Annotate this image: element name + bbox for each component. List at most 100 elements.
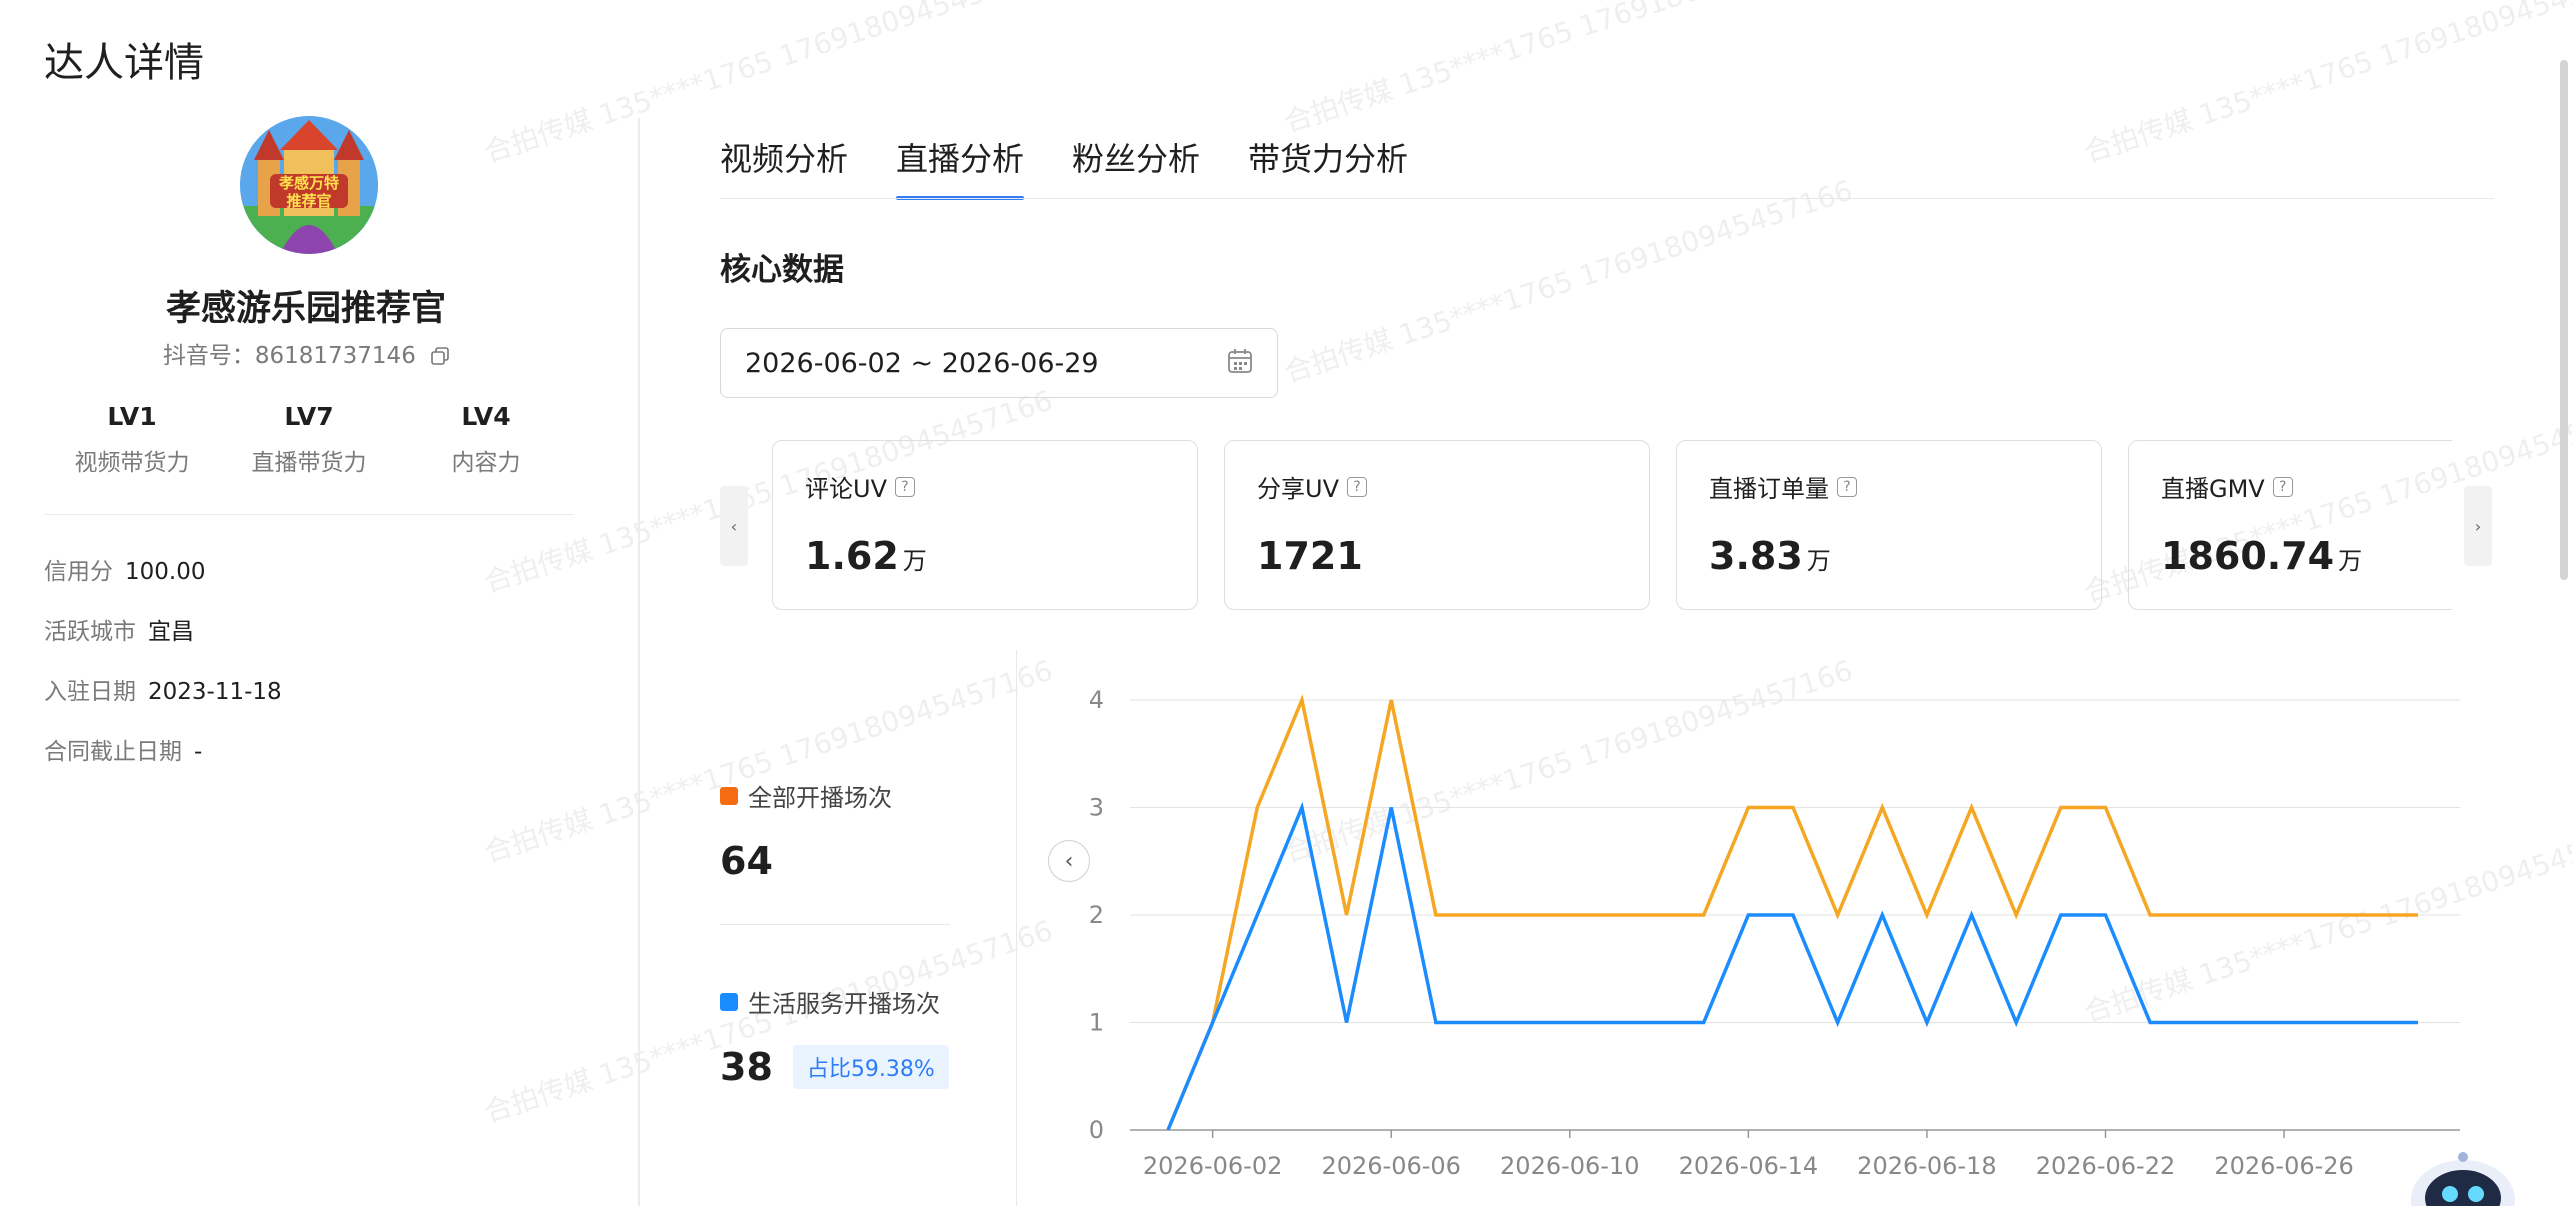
svg-text:推荐官: 推荐官 [286, 192, 331, 210]
level-value: LV7 [284, 402, 334, 431]
metric-card-live-orders: 直播订单量? 3.83 万 [1676, 440, 2102, 610]
metric-value: 3.83 [1709, 534, 1803, 578]
info-credit-score: 信用分 100.00 [44, 552, 205, 586]
divider [720, 924, 950, 925]
tab-video-analysis[interactable]: 视频分析 [720, 134, 848, 200]
info-value: 100.00 [125, 559, 206, 585]
x-tick-label: 2026-06-22 [2036, 1152, 2175, 1180]
watermark: 合拍传媒 135****1765 17691809454571​66 [1279, 173, 1857, 390]
divider [1016, 650, 1017, 1206]
summary-life-service-sessions: 生活服务开播场次 38 占比59.38% [720, 984, 949, 1089]
metric-label: 评论UV [805, 475, 887, 503]
summary-value: 64 [720, 839, 773, 883]
legend-swatch-orange [720, 786, 738, 805]
info-value: 2023-11-18 [148, 679, 282, 705]
level-value: LV1 [107, 402, 157, 431]
metric-unit: 万 [2338, 547, 2363, 575]
analysis-tabs: 视频分析 直播分析 粉丝分析 带货力分析 [720, 134, 1408, 200]
copy-icon[interactable] [431, 345, 449, 365]
scrollbar[interactable] [2560, 60, 2568, 580]
page-title: 达人详情 [44, 40, 204, 86]
help-icon[interactable]: ? [1837, 476, 1857, 497]
douyin-label: 抖音号： [162, 343, 255, 369]
chevron-left-icon: ‹ [730, 516, 738, 536]
metric-card-share-uv: 分享UV? 1721 [1224, 440, 1650, 610]
carousel-next-button[interactable]: › [2464, 486, 2492, 566]
column-divider [638, 118, 640, 1206]
y-tick-label: 2 [1089, 901, 1104, 929]
x-tick-label: 2026-06-18 [1857, 1152, 1996, 1180]
metric-unit: 万 [1806, 547, 1831, 575]
section-title: 核心数据 [720, 252, 844, 288]
help-icon[interactable]: ? [1346, 476, 1367, 497]
assistant-robot-icon[interactable] [2408, 1142, 2518, 1206]
summary-label: 生活服务开播场次 [748, 990, 940, 1018]
metric-card-comment-uv: 评论UV? 1.62 万 [772, 440, 1198, 610]
level-item-live: LV7 直播带货力 [221, 402, 397, 477]
level-value: LV4 [461, 402, 511, 431]
metric-card-live-gmv: 直播GMV? 1860.74 万 [2128, 440, 2452, 610]
chevron-left-icon: ‹ [1064, 848, 1074, 874]
watermark: 合拍传媒 135****1765 17691809454571​66 [1279, 0, 1857, 140]
x-tick-label: 2026-06-02 [1143, 1152, 1282, 1180]
metric-label: 直播订单量 [1709, 475, 1829, 503]
avatar: 孝感万特 推荐官 [240, 116, 378, 254]
douyin-id-row: 抖音号：86181737146 [0, 336, 612, 370]
watermark: 合拍传媒 135****1765 17691809454571​66 [2079, 0, 2572, 170]
info-value: 宜昌 [148, 619, 194, 645]
help-icon[interactable]: ? [894, 476, 915, 497]
y-tick-label: 4 [1089, 686, 1104, 714]
info-value: - [194, 739, 203, 765]
level-label: 视频带货力 [74, 450, 190, 476]
summary-all-sessions: 全部开播场次 64 [720, 778, 892, 883]
metric-value: 1721 [1257, 534, 1363, 578]
level-item-video: LV1 视频带货力 [44, 402, 220, 477]
summary-label: 全部开播场次 [748, 784, 892, 812]
x-tick-label: 2026-06-06 [1321, 1152, 1460, 1180]
ratio-badge: 占比59.38% [792, 1045, 949, 1089]
level-label: 内容力 [451, 450, 521, 476]
x-tick-label: 2026-06-10 [1500, 1152, 1639, 1180]
info-join-date: 入驻日期 2023-11-18 [44, 672, 282, 706]
level-label: 直播带货力 [251, 450, 367, 476]
info-label: 合同截止日期 [44, 739, 182, 765]
metric-cards: 评论UV? 1.62 万 分享UV? 1721 直播订单量? 3.83 万 直播GM… [772, 440, 2452, 612]
tab-fans-analysis[interactable]: 粉丝分析 [1072, 134, 1200, 200]
info-label: 入驻日期 [44, 679, 136, 705]
carousel-prev-button[interactable]: ‹ [720, 486, 748, 566]
avatar-image: 孝感万特 推荐官 [240, 116, 378, 254]
calendar-icon [1227, 348, 1253, 378]
level-item-content: LV4 内容力 [398, 402, 574, 477]
metric-value: 1860.74 [2161, 534, 2335, 578]
date-range-value: 2026-06-02 ~ 2026-06-29 [745, 347, 1099, 379]
douyin-id: 86181737146 [254, 343, 416, 369]
info-label: 信用分 [44, 559, 113, 585]
svg-text:孝感万特: 孝感万特 [278, 174, 339, 192]
summary-value: 38 [720, 1045, 773, 1089]
live-sessions-line-chart: 0 1 2 3 4 2026-06-02 2026-06-06 2026-06-10 2026-… [1089, 686, 2460, 1180]
info-contract-end: 合同截止日期 - [44, 732, 202, 766]
divider [44, 514, 574, 515]
metric-unit: 万 [902, 547, 927, 575]
tab-live-analysis[interactable]: 直播分析 [896, 134, 1025, 200]
info-label: 活跃城市 [44, 619, 136, 645]
x-tick-label: 2026-06-26 [2214, 1152, 2353, 1180]
level-summary: LV1 视频带货力 LV7 直播带货力 LV4 内容力 [44, 402, 574, 477]
date-range-picker[interactable]: 2026-06-02 ~ 2026-06-29 [720, 328, 1278, 398]
metric-label: 分享UV [1257, 475, 1339, 503]
tab-sales-analysis[interactable]: 带货力分析 [1248, 134, 1408, 200]
profile-name: 孝感游乐园推荐官 [165, 289, 446, 329]
chevron-right-icon: › [2474, 516, 2482, 536]
x-tick-label: 2026-06-14 [1679, 1152, 1818, 1180]
tabs-underline [720, 198, 2494, 199]
info-active-city: 活跃城市 宜昌 [44, 612, 194, 646]
collapse-button[interactable]: ‹ [1048, 840, 1090, 882]
help-icon[interactable]: ? [2272, 476, 2293, 497]
metric-value: 1.62 [805, 534, 899, 578]
y-tick-label: 0 [1089, 1116, 1104, 1144]
series-line-life-service-sessions [1166, 801, 2418, 1131]
metric-label: 直播GMV [2161, 475, 2265, 503]
y-tick-label: 1 [1089, 1009, 1104, 1037]
y-tick-label: 3 [1089, 794, 1104, 822]
legend-swatch-blue [720, 992, 738, 1011]
